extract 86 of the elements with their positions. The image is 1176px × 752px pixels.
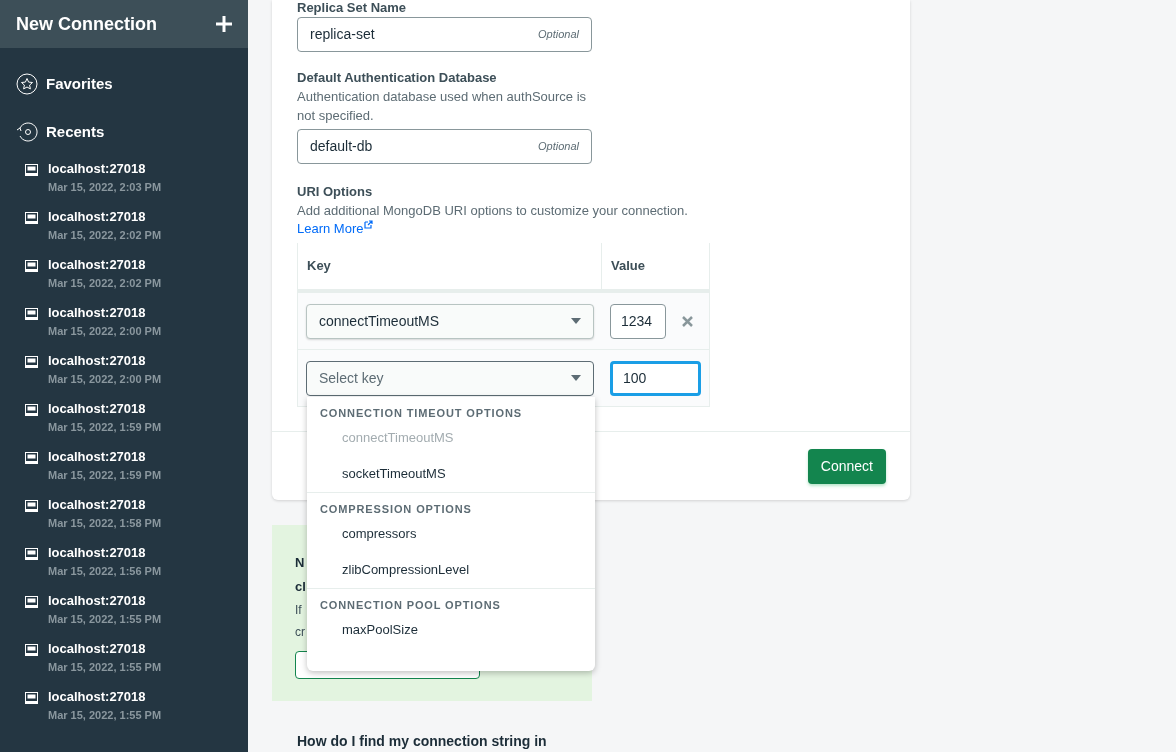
computer-icon <box>25 548 38 560</box>
menu-group-title: CONNECTION TIMEOUT OPTIONS <box>319 406 523 420</box>
computer-icon <box>25 260 38 272</box>
connection-time: Mar 15, 2022, 2:02 PM <box>48 228 162 243</box>
help-text: If <box>295 602 302 619</box>
connection-host: localhost:27018 <box>48 401 147 417</box>
connection-time: Mar 15, 2022, 1:55 PM <box>48 660 162 675</box>
computer-icon <box>25 212 38 224</box>
recent-connection[interactable]: localhost:27018 Mar 15, 2022, 2:00 PM <box>0 305 248 353</box>
recent-connection[interactable]: localhost:27018 Mar 15, 2022, 1:55 PM <box>0 641 248 689</box>
connection-time: Mar 15, 2022, 1:55 PM <box>48 708 162 723</box>
plus-icon[interactable] <box>216 16 232 32</box>
field-description: Authentication database used when authSource is not specified. <box>297 88 588 125</box>
recent-connection[interactable]: localhost:27018 Mar 15, 2022, 1:55 PM <box>0 689 248 737</box>
recent-connection[interactable]: localhost:27018 Mar 15, 2022, 2:00 PM <box>0 353 248 401</box>
help-title: cl <box>295 578 306 596</box>
connection-time: Mar 15, 2022, 1:55 PM <box>48 612 162 627</box>
connection-host: localhost:27018 <box>48 593 147 609</box>
computer-icon <box>25 404 38 416</box>
connection-host: localhost:27018 <box>48 257 147 273</box>
computer-icon <box>25 308 38 320</box>
column-header: Key <box>298 243 602 289</box>
computer-icon <box>25 596 38 608</box>
computer-icon <box>25 356 38 368</box>
remove-icon[interactable] <box>682 315 693 327</box>
menu-option[interactable]: maxPoolSize <box>307 612 595 648</box>
recent-connection[interactable]: localhost:27018 Mar 15, 2022, 1:58 PM <box>0 497 248 545</box>
caret-icon <box>571 318 581 324</box>
optional-hint: Optional <box>538 139 579 155</box>
value-field[interactable]: 1234 <box>610 303 666 339</box>
menu-group-title: CONNECTION POOL OPTIONS <box>319 598 502 612</box>
favorites-item[interactable]: Favorites <box>0 72 248 96</box>
computer-icon <box>25 164 38 176</box>
computer-icon <box>25 692 38 704</box>
key-select[interactable]: connectTimeoutMS <box>306 303 594 339</box>
connection-host: localhost:27018 <box>48 305 147 321</box>
learn-more-link[interactable]: Learn More <box>297 220 374 238</box>
connection-host: localhost:27018 <box>48 161 147 177</box>
menu-option[interactable]: zlibCompressionLevel <box>307 552 595 588</box>
menu-option[interactable]: socketTimeoutMS <box>307 456 595 492</box>
connection-host: localhost:27018 <box>48 209 147 225</box>
connection-host: localhost:27018 <box>48 689 147 705</box>
connection-time: Mar 15, 2022, 1:59 PM <box>48 420 162 435</box>
caret-icon <box>571 375 581 381</box>
value-field[interactable]: 100 <box>610 360 701 396</box>
recent-connection[interactable]: localhost:27018 Mar 15, 2022, 2:02 PM <box>0 209 248 257</box>
recent-connection[interactable]: localhost:27018 Mar 15, 2022, 1:55 PM <box>0 593 248 641</box>
connection-time: Mar 15, 2022, 2:00 PM <box>48 372 162 387</box>
help-text: cr <box>295 624 305 641</box>
help-question: How do I find my connection string in <box>297 732 548 751</box>
connection-time: Mar 15, 2022, 2:00 PM <box>48 324 162 339</box>
connect-button[interactable]: Connect <box>807 448 886 484</box>
recent-connection[interactable]: localhost:27018 Mar 15, 2022, 1:59 PM <box>0 401 248 449</box>
recent-connection[interactable]: localhost:27018 Mar 15, 2022, 2:02 PM <box>0 257 248 305</box>
field-label: Default Authentication Database <box>297 69 498 87</box>
connection-time: Mar 15, 2022, 2:02 PM <box>48 276 162 291</box>
connection-time: Mar 15, 2022, 1:59 PM <box>48 468 162 483</box>
auth-database-field[interactable]: default-db Optional <box>297 129 592 164</box>
column-header: Value <box>610 257 646 276</box>
recents-item[interactable]: Recents <box>0 120 248 144</box>
optional-hint: Optional <box>538 27 579 43</box>
connection-host: localhost:27018 <box>48 449 147 465</box>
help-title: N <box>295 554 305 572</box>
menu-option[interactable]: compressors <box>307 516 595 552</box>
field-label: URI Options <box>297 183 374 201</box>
connection-time: Mar 15, 2022, 2:03 PM <box>48 180 162 195</box>
connection-time: Mar 15, 2022, 1:56 PM <box>48 564 162 579</box>
recent-connection[interactable]: localhost:27018 Mar 15, 2022, 1:56 PM <box>0 545 248 593</box>
connection-time: Mar 15, 2022, 1:58 PM <box>48 516 162 531</box>
external-link-icon <box>364 220 374 229</box>
computer-icon <box>25 500 38 512</box>
connection-host: localhost:27018 <box>48 641 147 657</box>
menu-group-title: COMPRESSION OPTIONS <box>319 502 473 516</box>
key-select[interactable]: Select key <box>306 360 594 396</box>
new-connection-title: New Connection <box>16 12 157 36</box>
recent-connection[interactable]: localhost:27018 Mar 15, 2022, 1:59 PM <box>0 449 248 497</box>
field-label: Replica Set Name <box>297 1 408 15</box>
history-icon <box>16 121 38 143</box>
recent-connection[interactable]: localhost:27018 Mar 15, 2022, 2:03 PM <box>0 161 248 209</box>
replica-set-field[interactable]: replica-set Optional <box>297 17 592 52</box>
connection-host: localhost:27018 <box>48 353 147 369</box>
field-description: Add additional MongoDB URI options to customize your connection. <box>297 202 689 220</box>
connection-host: localhost:27018 <box>48 497 147 513</box>
connection-host: localhost:27018 <box>48 545 147 561</box>
computer-icon <box>25 452 38 464</box>
computer-icon <box>25 644 38 656</box>
